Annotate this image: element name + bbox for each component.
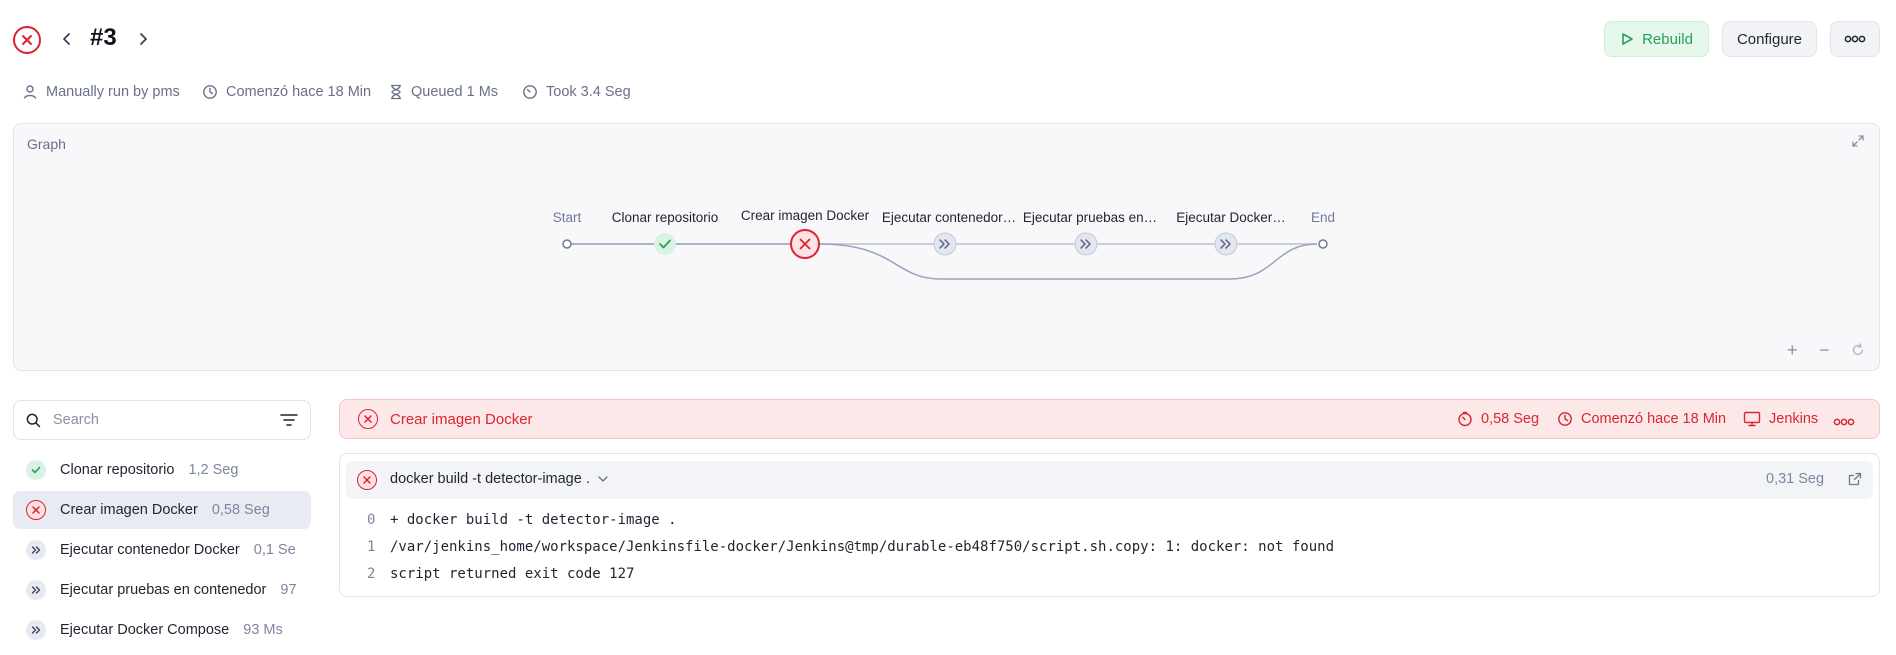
- graph-node-end[interactable]: [1318, 239, 1328, 249]
- sidebar-stage-label: Clonar repositorio: [60, 462, 175, 478]
- monitor-icon: [1743, 411, 1761, 427]
- sidebar-stage-duration: 1,2 Seg: [188, 462, 239, 478]
- log-line-number: 0: [367, 512, 376, 528]
- search-icon: [26, 413, 41, 427]
- clock-icon: [1558, 412, 1572, 426]
- graph-node-ejecutar-docker[interactable]: [1214, 232, 1238, 256]
- step-duration: 0,31 Seg: [1766, 471, 1825, 487]
- failed-x-icon: [357, 470, 377, 490]
- sidebar-stage-label: Ejecutar pruebas en contenedor: [60, 582, 267, 598]
- sidebar-stage-label: Ejecutar contenedor Docker: [60, 542, 240, 558]
- sidebar-stage-ejecutar-pruebas[interactable]: Ejecutar pruebas en contenedor 97: [13, 571, 311, 609]
- sidebar-stage-label: Crear imagen Docker: [60, 502, 198, 518]
- filter-icon[interactable]: [280, 413, 298, 427]
- sidebar-stage-label: Ejecutar Docker Compose: [60, 622, 230, 638]
- sidebar-stage-duration: 93 Ms: [243, 622, 283, 638]
- timer-icon: [1458, 411, 1472, 427]
- zoom-out-icon[interactable]: −: [1819, 340, 1830, 361]
- stage-started-meta: Comenzó hace 18 Min: [1557, 411, 1726, 427]
- stage-duration-meta: 0,58 Seg: [1457, 411, 1539, 427]
- stage-agent-text: Jenkins: [1769, 411, 1819, 427]
- graph-node-ejecutar-contenedor[interactable]: [933, 232, 957, 256]
- skipped-chevrons-icon: [26, 620, 46, 640]
- graph-label-pruebas: Ejecutar pruebas en…: [1022, 210, 1158, 225]
- sidebar-stage-crear-imagen-docker[interactable]: Crear imagen Docker 0,58 Seg: [13, 491, 311, 529]
- sidebar-stage-ejecutar-docker-compose[interactable]: Ejecutar Docker Compose 93 Ms: [13, 611, 311, 649]
- zoom-in-icon[interactable]: +: [1787, 340, 1798, 361]
- step-command[interactable]: docker build -t detector-image .: [390, 471, 590, 487]
- stage-agent-meta[interactable]: Jenkins: [1743, 411, 1818, 427]
- log-line: + docker build -t detector-image .: [390, 512, 677, 528]
- stage-detail-title: Crear imagen Docker: [390, 410, 533, 428]
- sidebar-stage-ejecutar-contenedor[interactable]: Ejecutar contenedor Docker 0,1 Se: [13, 531, 311, 569]
- graph-label-end: End: [1310, 210, 1336, 225]
- graph-node-clonar-repositorio[interactable]: [654, 233, 676, 255]
- skipped-chevrons-icon: [26, 540, 46, 560]
- graph-node-start[interactable]: [562, 239, 572, 249]
- failed-x-icon: [358, 409, 378, 429]
- failed-x-icon: [26, 500, 46, 520]
- graph-label-docker: Ejecutar Docker…: [1176, 210, 1286, 225]
- log-line: script returned exit code 127: [390, 566, 635, 582]
- pipeline-graph: [562, 229, 1328, 280]
- sidebar-stage-duration: 97: [280, 582, 297, 598]
- stage-search-box[interactable]: [13, 400, 311, 440]
- log-line-number: 1: [367, 539, 376, 555]
- log-line: /var/jenkins_home/workspace/Jenkinsfile-…: [390, 539, 1335, 555]
- graph-label-clonar: Clonar repositorio: [611, 210, 719, 225]
- stage-started-text: Comenzó hace 18 Min: [1581, 411, 1727, 427]
- chevron-down-icon[interactable]: [597, 472, 609, 490]
- success-check-icon: [26, 460, 46, 480]
- graph-node-ejecutar-pruebas[interactable]: [1074, 232, 1098, 256]
- skipped-chevrons-icon: [26, 580, 46, 600]
- search-input[interactable]: [53, 412, 268, 428]
- sidebar-stage-duration: 0,1 Se: [253, 542, 296, 558]
- graph-label-contenedor: Ejecutar contenedor…: [881, 210, 1017, 225]
- reset-zoom-icon[interactable]: [1851, 343, 1865, 357]
- stage-detail-header: Crear imagen Docker 0,58 Seg Comenzó hac…: [339, 399, 1880, 439]
- stage-more-icon[interactable]: [1833, 413, 1855, 431]
- log-line-number: 2: [367, 566, 376, 582]
- stage-duration-text: 0,58 Seg: [1481, 411, 1540, 427]
- sidebar-stage-clonar-repositorio[interactable]: Clonar repositorio 1,2 Seg: [13, 451, 311, 489]
- sidebar-stage-duration: 0,58 Seg: [211, 502, 270, 518]
- graph-label-start: Start: [552, 210, 582, 225]
- open-external-icon[interactable]: [1848, 472, 1862, 491]
- graph-node-crear-imagen-docker[interactable]: [790, 229, 820, 259]
- graph-label-crear: Crear imagen Docker: [740, 208, 870, 223]
